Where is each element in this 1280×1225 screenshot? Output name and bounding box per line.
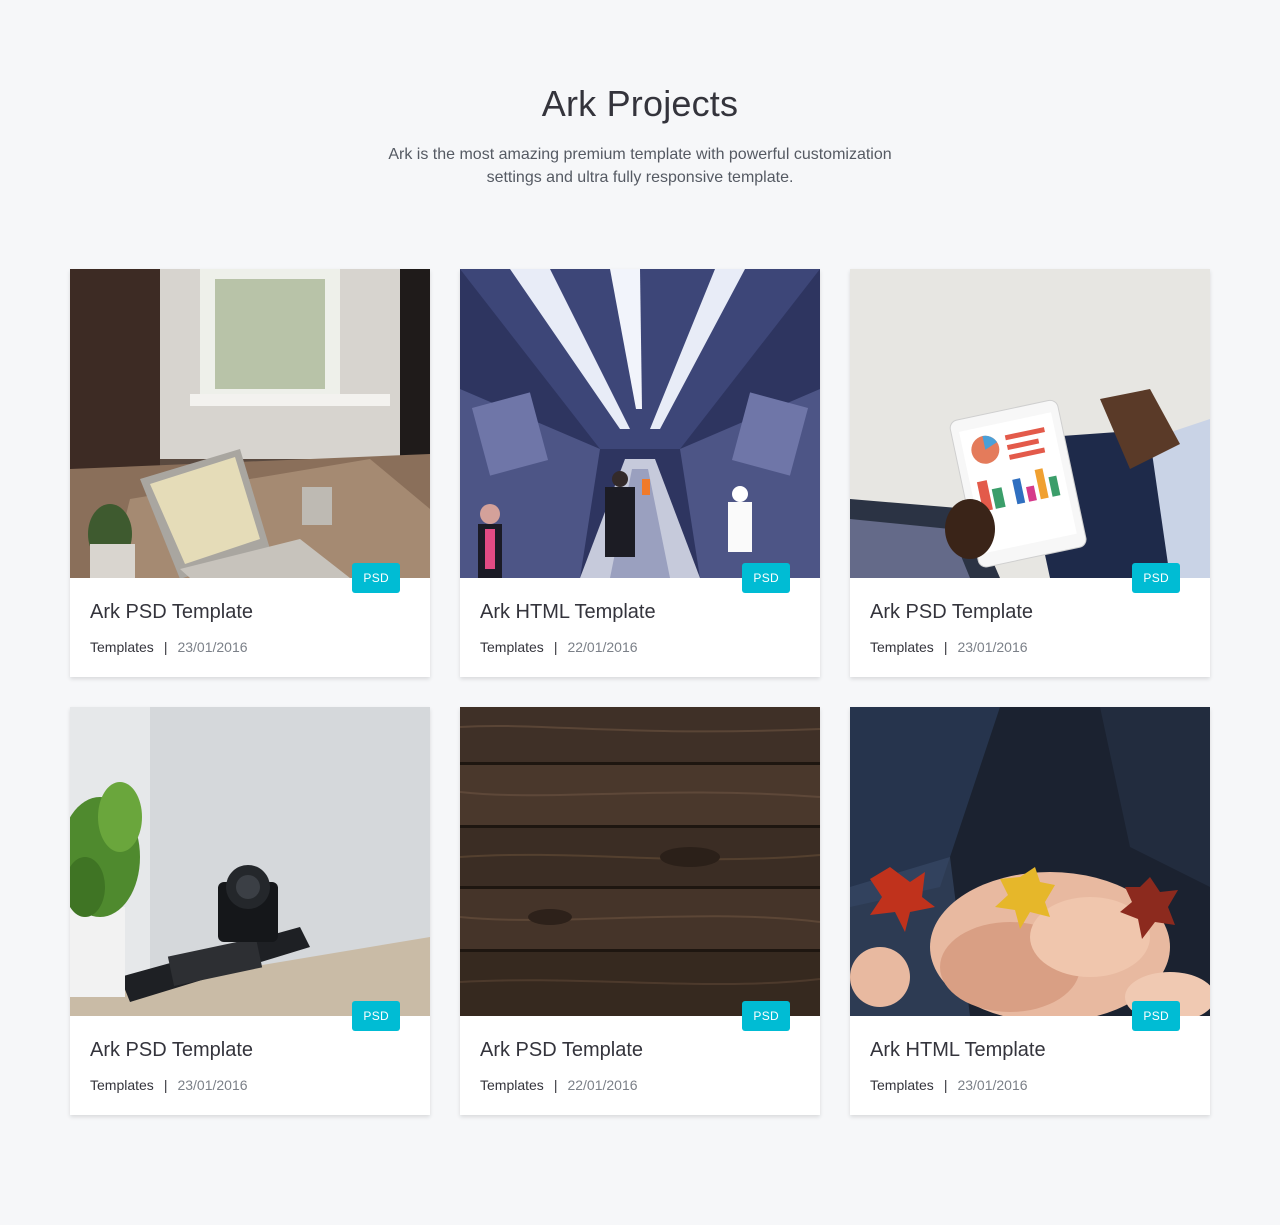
meta-separator: |: [553, 639, 558, 655]
autumn-leaves-hands-image[interactable]: [850, 707, 1210, 1016]
psd-badge[interactable]: PSD: [742, 1001, 790, 1031]
project-card[interactable]: PSD Ark PSD Template Templates | 23/01/201…: [850, 269, 1210, 677]
project-category[interactable]: Templates: [480, 1077, 544, 1093]
psd-badge[interactable]: PSD: [352, 1001, 400, 1031]
section-subtitle: Ark is the most amazing premium template…: [388, 146, 892, 186]
project-meta: Templates | 23/01/2016: [90, 1076, 410, 1094]
psd-badge[interactable]: PSD: [1132, 563, 1180, 593]
wood-texture-image[interactable]: [460, 707, 820, 1016]
project-title[interactable]: Ark PSD Template: [90, 600, 410, 624]
camera-plant-image[interactable]: [70, 707, 430, 1016]
project-category[interactable]: Templates: [480, 639, 544, 655]
project-title[interactable]: Ark PSD Template: [480, 1038, 800, 1062]
tablet-charts-image[interactable]: [850, 269, 1210, 578]
project-meta: Templates | 23/01/2016: [90, 638, 410, 656]
project-meta: Templates | 23/01/2016: [870, 1076, 1190, 1094]
meta-separator: |: [163, 639, 168, 655]
project-title[interactable]: Ark PSD Template: [90, 1038, 410, 1062]
meta-separator: |: [553, 1077, 558, 1093]
meta-separator: |: [163, 1077, 168, 1093]
project-date: 23/01/2016: [177, 1077, 248, 1093]
project-category[interactable]: Templates: [90, 639, 154, 655]
project-date: 23/01/2016: [957, 639, 1028, 655]
project-date: 23/01/2016: [177, 639, 248, 655]
project-card[interactable]: PSD Ark PSD Template Templates | 23/01/201…: [70, 707, 430, 1115]
project-title[interactable]: Ark HTML Template: [480, 600, 800, 624]
psd-badge[interactable]: PSD: [742, 563, 790, 593]
project-card[interactable]: PSD Ark HTML Template Templates | 22/01/20…: [460, 269, 820, 677]
laptop-desk-image[interactable]: [70, 269, 430, 578]
psd-badge[interactable]: PSD: [352, 563, 400, 593]
project-meta: Templates | 23/01/2016: [870, 638, 1190, 656]
project-category[interactable]: Templates: [90, 1077, 154, 1093]
project-date: 22/01/2016: [567, 639, 638, 655]
project-card[interactable]: PSD Ark PSD Template Templates | 22/01/201…: [460, 707, 820, 1115]
project-meta: Templates | 22/01/2016: [480, 1076, 800, 1094]
subway-escalator-image[interactable]: [460, 269, 820, 578]
project-meta: Templates | 22/01/2016: [480, 638, 800, 656]
psd-badge[interactable]: PSD: [1132, 1001, 1180, 1031]
project-title[interactable]: Ark PSD Template: [870, 600, 1190, 624]
section-title: Ark Projects: [541, 83, 739, 124]
project-category[interactable]: Templates: [870, 639, 934, 655]
meta-separator: |: [943, 639, 948, 655]
projects-grid: PSD Ark PSD Template Templates | 23/01/201…: [70, 269, 1210, 1115]
meta-separator: |: [943, 1077, 948, 1093]
project-date: 23/01/2016: [957, 1077, 1028, 1093]
project-title[interactable]: Ark HTML Template: [870, 1038, 1190, 1062]
section-header: Ark Projects Ark is the most amazing pre…: [0, 0, 1280, 189]
project-card[interactable]: PSD Ark PSD Template Templates | 23/01/201…: [70, 269, 430, 677]
project-category[interactable]: Templates: [870, 1077, 934, 1093]
project-card[interactable]: PSD Ark HTML Template Templates | 23/01/20…: [850, 707, 1210, 1115]
project-date: 22/01/2016: [567, 1077, 638, 1093]
